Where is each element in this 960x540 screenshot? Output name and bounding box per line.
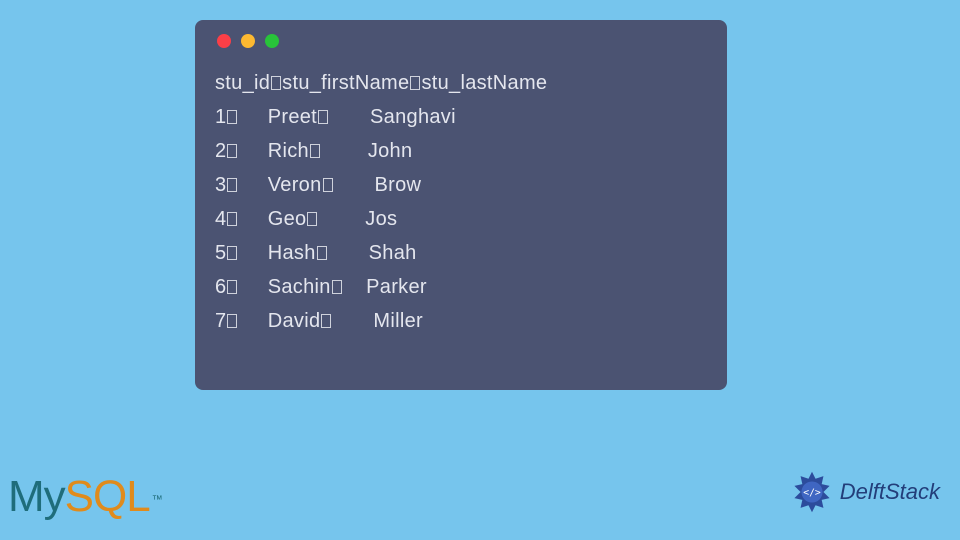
- cell-id: 2: [215, 140, 226, 162]
- cell-id: 5: [215, 242, 226, 264]
- cell-first: David: [268, 310, 321, 332]
- tab-glyph-icon: [307, 212, 317, 226]
- cell-last: Jos: [365, 208, 397, 230]
- cell-id: 4: [215, 208, 226, 230]
- mysql-my-text: My: [8, 472, 65, 521]
- cell-first: Preet: [268, 106, 317, 128]
- col-header-last: stu_lastName: [421, 72, 547, 94]
- cell-first: Veron: [268, 174, 322, 196]
- window-controls: [217, 34, 707, 48]
- tab-glyph-icon: [227, 110, 237, 124]
- cell-id: 1: [215, 106, 226, 128]
- cell-first: Hash: [268, 242, 316, 264]
- tab-glyph-icon: [227, 280, 237, 294]
- col-header-id: stu_id: [215, 72, 270, 94]
- mysql-sql-text: SQL: [65, 472, 150, 521]
- delftstack-icon: </>: [790, 470, 834, 514]
- cell-first: Geo: [268, 208, 307, 230]
- tab-glyph-icon: [227, 144, 237, 158]
- maximize-icon[interactable]: [265, 34, 279, 48]
- close-icon[interactable]: [217, 34, 231, 48]
- cell-last: Brow: [375, 174, 422, 196]
- tab-glyph-icon: [410, 76, 420, 90]
- cell-id: 7: [215, 310, 226, 332]
- col-header-first: stu_firstName: [282, 72, 409, 94]
- mysql-logo: MySQL™: [8, 472, 162, 522]
- cell-id: 6: [215, 276, 226, 298]
- cell-first: Sachin: [268, 276, 331, 298]
- delftstack-text: DelftStack: [840, 479, 940, 505]
- minimize-icon[interactable]: [241, 34, 255, 48]
- tab-glyph-icon: [227, 178, 237, 192]
- tab-glyph-icon: [323, 178, 333, 192]
- cell-id: 3: [215, 174, 226, 196]
- cell-first: Rich: [268, 140, 309, 162]
- trademark-text: ™: [152, 494, 162, 506]
- svg-text:</>: </>: [803, 488, 821, 499]
- terminal-window: stu_idstu_firstNamestu_lastName 1 Preet …: [195, 20, 727, 390]
- cell-last: Parker: [366, 276, 427, 298]
- tab-glyph-icon: [317, 246, 327, 260]
- delftstack-logo: </> DelftStack: [790, 470, 940, 514]
- terminal-output: stu_idstu_firstNamestu_lastName 1 Preet …: [215, 66, 707, 338]
- tab-glyph-icon: [321, 314, 331, 328]
- tab-glyph-icon: [271, 76, 281, 90]
- cell-last: John: [368, 140, 413, 162]
- tab-glyph-icon: [227, 212, 237, 226]
- cell-last: Shah: [369, 242, 417, 264]
- tab-glyph-icon: [227, 246, 237, 260]
- tab-glyph-icon: [310, 144, 320, 158]
- tab-glyph-icon: [332, 280, 342, 294]
- tab-glyph-icon: [318, 110, 328, 124]
- cell-last: Miller: [373, 310, 423, 332]
- tab-glyph-icon: [227, 314, 237, 328]
- cell-last: Sanghavi: [370, 106, 456, 128]
